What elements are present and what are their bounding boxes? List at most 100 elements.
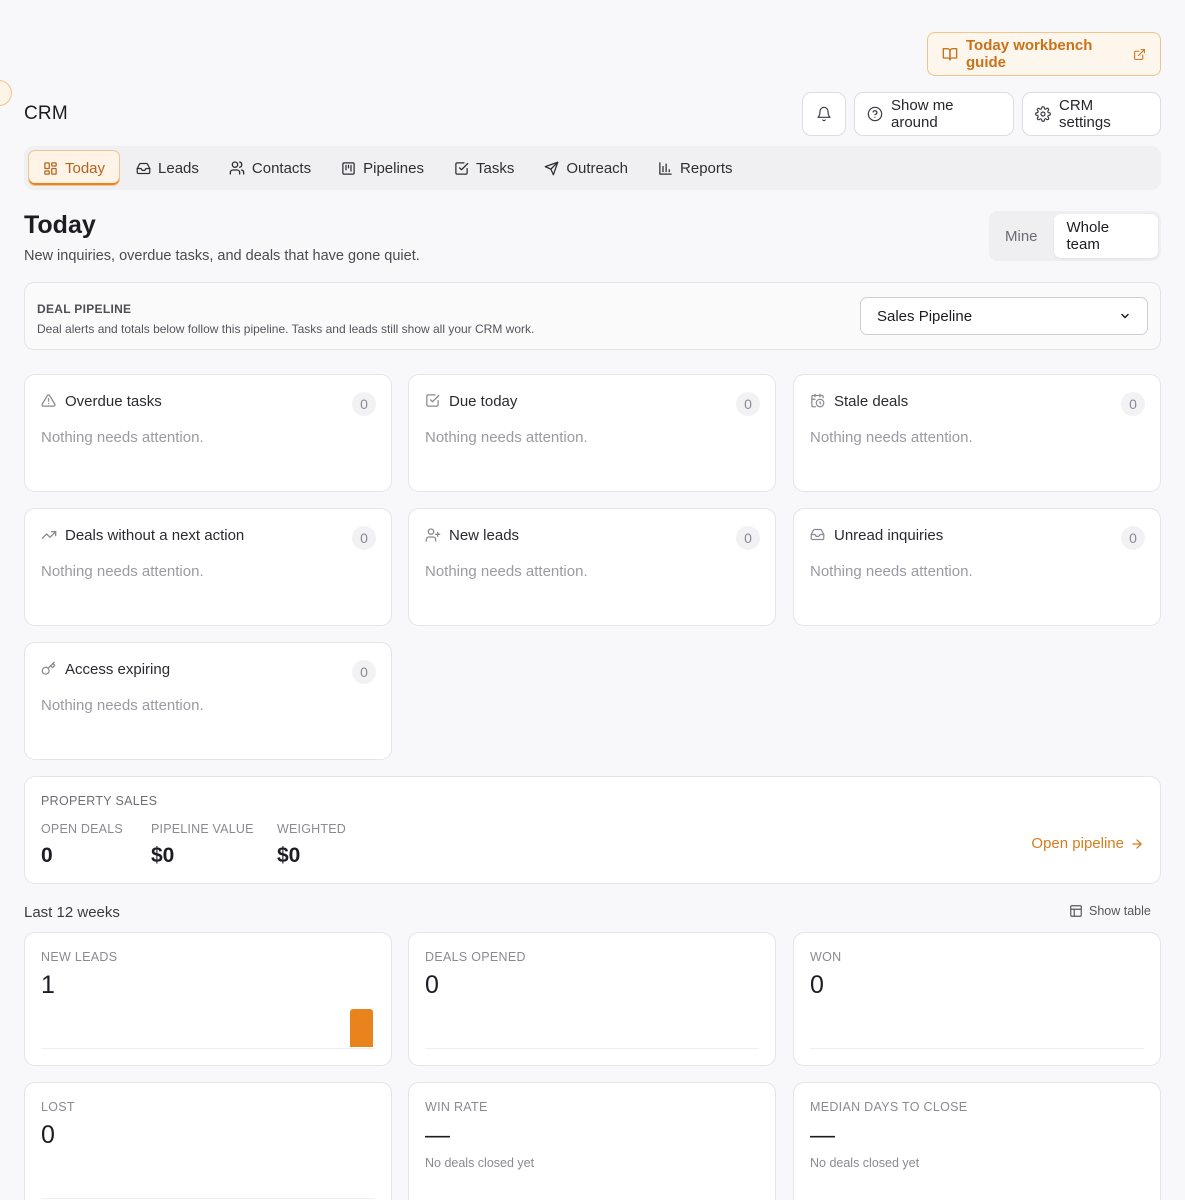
deal-pipeline-heading: DEAL PIPELINE: [37, 302, 132, 316]
deal-pipeline-description: Deal alerts and totals below follow this…: [37, 322, 535, 336]
stat-value: $0: [151, 844, 175, 867]
show-me-around-button[interactable]: Show me around: [854, 92, 1014, 136]
tab-label: Today: [65, 159, 106, 177]
tab-contacts[interactable]: Contacts: [215, 150, 325, 186]
metric-value: —: [425, 1121, 450, 1149]
alert-count-badge: 0: [736, 392, 760, 416]
alert-card-new-leads[interactable]: New leads 0 Nothing needs attention.: [408, 508, 776, 626]
tab-label: Reports: [680, 159, 733, 177]
tab-label: Outreach: [566, 159, 629, 177]
stat-label: WEIGHTED: [277, 822, 346, 836]
stat-value: $0: [277, 844, 301, 867]
alert-count-badge: 0: [352, 660, 376, 684]
alert-card-access-expiring[interactable]: Access expiring 0 Nothing needs attentio…: [24, 642, 392, 760]
alert-card-stale-deals[interactable]: Stale deals 0 Nothing needs attention.: [793, 374, 1161, 492]
book-icon: [942, 46, 958, 62]
sparkline-baseline: [810, 1048, 1144, 1049]
metric-note: No deals closed yet: [425, 1156, 535, 1170]
pipeline-select-value: Sales Pipeline: [877, 307, 973, 325]
alert-title: Deals without a next action: [65, 527, 245, 544]
stat-value: 0: [41, 844, 53, 867]
alert-card-overdue-tasks[interactable]: Overdue tasks 0 Nothing needs attention.: [24, 374, 392, 492]
metric-label: NEW LEADS: [41, 950, 118, 964]
metric-card-won: WON 0: [793, 932, 1161, 1066]
calendar-clock-icon: [810, 393, 825, 408]
metric-card-win-rate: WIN RATE — No deals closed yet: [408, 1082, 776, 1200]
alert-count-badge: 0: [736, 526, 760, 550]
page-title: Today: [24, 211, 96, 239]
stat-label: OPEN DEALS: [41, 822, 123, 836]
show-table-label: Show table: [1089, 904, 1151, 918]
metric-value: 0: [41, 1121, 55, 1149]
tab-tasks[interactable]: Tasks: [440, 150, 528, 186]
alert-message: Nothing needs attention.: [425, 563, 588, 580]
metric-value: 0: [425, 971, 439, 999]
alert-count-badge: 0: [1121, 392, 1145, 416]
metric-value: 1: [41, 971, 55, 999]
bar-chart-icon: [658, 161, 673, 176]
notifications-button[interactable]: [802, 92, 846, 136]
alert-message: Nothing needs attention.: [41, 429, 204, 446]
metric-label: WIN RATE: [425, 1100, 488, 1114]
sparkline-baseline: [425, 1048, 759, 1049]
alert-count-badge: 0: [352, 526, 376, 550]
stat-pipeline-value: PIPELINE VALUE $0: [151, 822, 254, 868]
alert-card-deals-without-next-action[interactable]: Deals without a next action 0 Nothing ne…: [24, 508, 392, 626]
alert-title: Overdue tasks: [65, 393, 162, 410]
crm-settings-button[interactable]: CRM settings: [1022, 92, 1161, 136]
user-plus-icon: [425, 527, 441, 543]
metric-card-lost: LOST 0: [24, 1082, 392, 1200]
crm-settings-label: CRM settings: [1059, 97, 1111, 131]
tab-outreach[interactable]: Outreach: [530, 150, 642, 186]
metric-card-deals-opened: DEALS OPENED 0: [408, 932, 776, 1066]
sparkline-bar: [350, 1009, 373, 1047]
stat-open-deals: OPEN DEALS 0: [41, 822, 123, 868]
kanban-icon: [341, 161, 356, 176]
arrow-right-icon: [1130, 837, 1144, 851]
metric-note: No deals closed yet: [810, 1156, 920, 1170]
open-pipeline-label: Open pipeline: [1031, 835, 1124, 852]
alert-card-due-today[interactable]: Due today 0 Nothing needs attention.: [408, 374, 776, 492]
alert-message: Nothing needs attention.: [810, 563, 973, 580]
alert-title: Access expiring: [65, 661, 171, 678]
alert-message: Nothing needs attention.: [41, 697, 204, 714]
metric-label: LOST: [41, 1100, 75, 1114]
chevron-down-icon: [1119, 310, 1131, 322]
workbench-guide-button[interactable]: Today workbench guide: [927, 32, 1161, 76]
tab-label: Tasks: [475, 159, 515, 177]
tab-label: Leads: [158, 159, 199, 177]
table-icon: [1069, 904, 1083, 918]
main-tabs: Today Leads Contacts Pipelines Tasks Out…: [24, 146, 1161, 190]
scope-whole-team[interactable]: Whole team: [1053, 214, 1158, 258]
show-table-button[interactable]: Show table: [1069, 904, 1151, 918]
external-link-icon: [1133, 48, 1146, 61]
gear-icon: [1035, 106, 1051, 122]
alert-count-badge: 0: [1121, 526, 1145, 550]
warning-triangle-icon: [41, 393, 56, 408]
alert-card-unread-inquiries[interactable]: Unread inquiries 0 Nothing needs attenti…: [793, 508, 1161, 626]
scope-mine[interactable]: Mine: [992, 214, 1051, 258]
users-icon: [229, 160, 245, 176]
metric-card-new-leads: NEW LEADS 1: [24, 932, 392, 1066]
show-me-around-label: Show me around: [891, 97, 954, 131]
metric-label: MEDIAN DAYS TO CLOSE: [810, 1100, 968, 1114]
open-pipeline-link[interactable]: Open pipeline: [1031, 835, 1144, 852]
tab-pipelines[interactable]: Pipelines: [327, 150, 438, 186]
property-sales-card: PROPERTY SALES OPEN DEALS 0 PIPELINE VAL…: [24, 776, 1161, 884]
checkbox-icon: [454, 161, 469, 176]
metric-value: —: [810, 1121, 835, 1149]
tab-leads[interactable]: Leads: [122, 150, 213, 186]
sidebar-toggle-handle[interactable]: [0, 80, 12, 106]
bell-icon: [816, 106, 832, 122]
workbench-guide-label: Today workbench guide: [966, 37, 1093, 71]
tab-reports[interactable]: Reports: [644, 150, 747, 186]
property-sales-heading: PROPERTY SALES: [41, 794, 158, 808]
alert-title: Unread inquiries: [834, 527, 944, 544]
metric-value: 0: [810, 971, 824, 999]
metric-card-median-days-to-close: MEDIAN DAYS TO CLOSE — No deals closed y…: [793, 1082, 1161, 1200]
send-icon: [544, 161, 559, 176]
pipeline-select[interactable]: Sales Pipeline: [860, 297, 1148, 335]
tab-today[interactable]: Today: [28, 150, 121, 186]
metric-label: WON: [810, 950, 842, 964]
tab-label: Contacts: [251, 159, 312, 177]
